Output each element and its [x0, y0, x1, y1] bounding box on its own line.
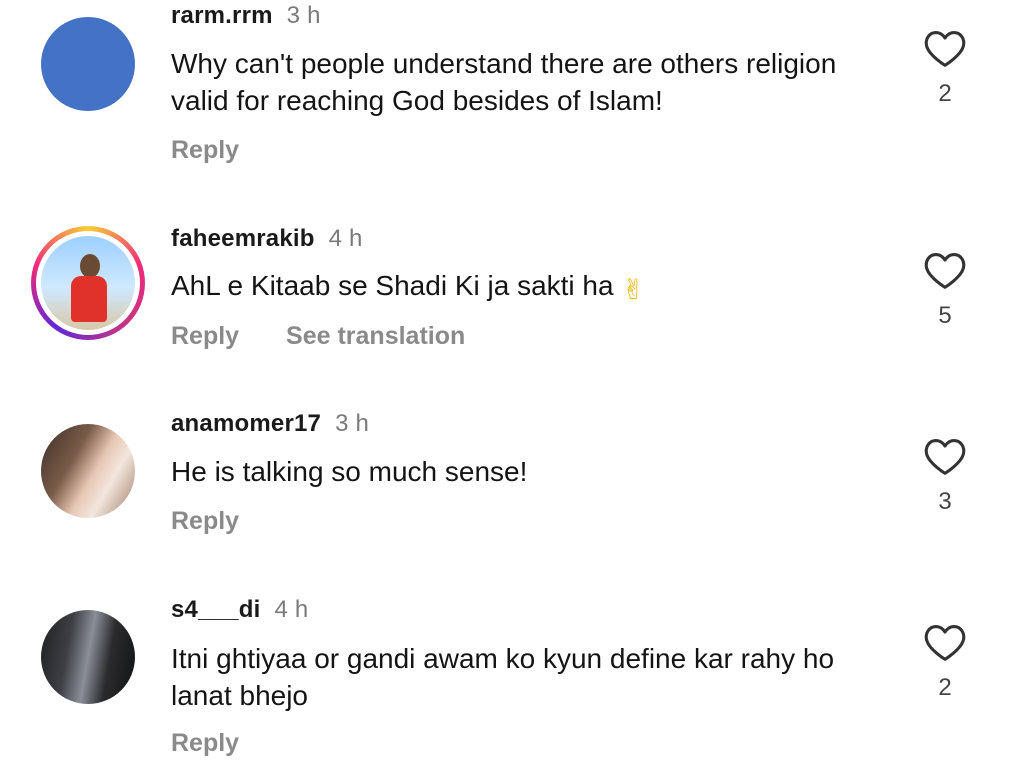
comment-text: Itni ghtiyaa or gandi awam ko kyun defin… [171, 643, 835, 711]
avatar[interactable] [41, 610, 135, 704]
comment-text: Why can't people understand there are ot… [171, 48, 837, 116]
comment-actions: Reply [171, 507, 279, 536]
avatar-shirt-shape [71, 276, 107, 322]
see-translation-button[interactable]: See translation [286, 322, 465, 350]
comment-time: 4 h [274, 596, 309, 623]
avatar-head-shape [80, 254, 100, 278]
heart-outline-icon [924, 31, 966, 67]
comment-header: anamomer17 3 h [171, 410, 369, 438]
heart-outline-icon [924, 439, 966, 475]
avatar[interactable] [41, 424, 135, 518]
like-button[interactable]: 2 [922, 622, 968, 702]
avatar[interactable] [41, 17, 135, 111]
comment-actions: Reply [171, 729, 279, 758]
comment-item: s4___di 4 h Itni ghtiyaa or gandi awam ko… [0, 558, 1024, 757]
comment-header: rarm.rrm 3 h [171, 2, 321, 30]
comment-time: 3 h [335, 410, 370, 437]
avatar-story-ring[interactable] [31, 226, 145, 340]
like-count: 2 [938, 80, 952, 107]
comment-text: AhL e Kitaab se Shadi Ki ja sakti ha [171, 270, 614, 301]
avatar [41, 236, 135, 330]
username[interactable]: s4___di [171, 596, 260, 623]
comment-header: s4___di 4 h [171, 596, 308, 624]
comment-time: 4 h [328, 225, 363, 252]
like-button[interactable]: 5 [922, 250, 968, 330]
comment-time: 3 h [286, 2, 321, 29]
comment-item: rarm.rrm 3 h Why can't people understand … [0, 0, 1024, 186]
username[interactable]: anamomer17 [171, 410, 321, 437]
comment-text: He is talking so much sense! [171, 456, 528, 487]
comment-actions: Reply See translation [171, 322, 505, 351]
like-count: 3 [938, 488, 952, 515]
heart-outline-icon [924, 253, 966, 289]
comment-header: faheemrakib 4 h [171, 225, 363, 253]
like-count: 5 [938, 302, 952, 329]
like-button[interactable]: 2 [922, 28, 968, 108]
reply-button[interactable]: Reply [171, 729, 239, 757]
victory-hand-emoji: ✌ [621, 274, 646, 305]
comment-actions: Reply [171, 136, 279, 165]
username[interactable]: rarm.rrm [171, 2, 273, 29]
heart-outline-icon [924, 625, 966, 661]
comment-item: anamomer17 3 h He is talking so much sens… [0, 372, 1024, 558]
like-button[interactable]: 3 [922, 436, 968, 516]
reply-button[interactable]: Reply [171, 507, 239, 535]
reply-button[interactable]: Reply [171, 136, 239, 164]
comments-list: rarm.rrm 3 h Why can't people understand … [0, 0, 1024, 778]
comment-item: faheemrakib 4 h AhL e Kitaab se Shadi Ki … [0, 186, 1024, 372]
username[interactable]: faheemrakib [171, 225, 315, 252]
reply-button[interactable]: Reply [171, 322, 239, 350]
like-count: 2 [938, 674, 952, 701]
comment-text-row: AhL e Kitaab se Shadi Ki ja sakti ha ✌ [171, 267, 891, 305]
